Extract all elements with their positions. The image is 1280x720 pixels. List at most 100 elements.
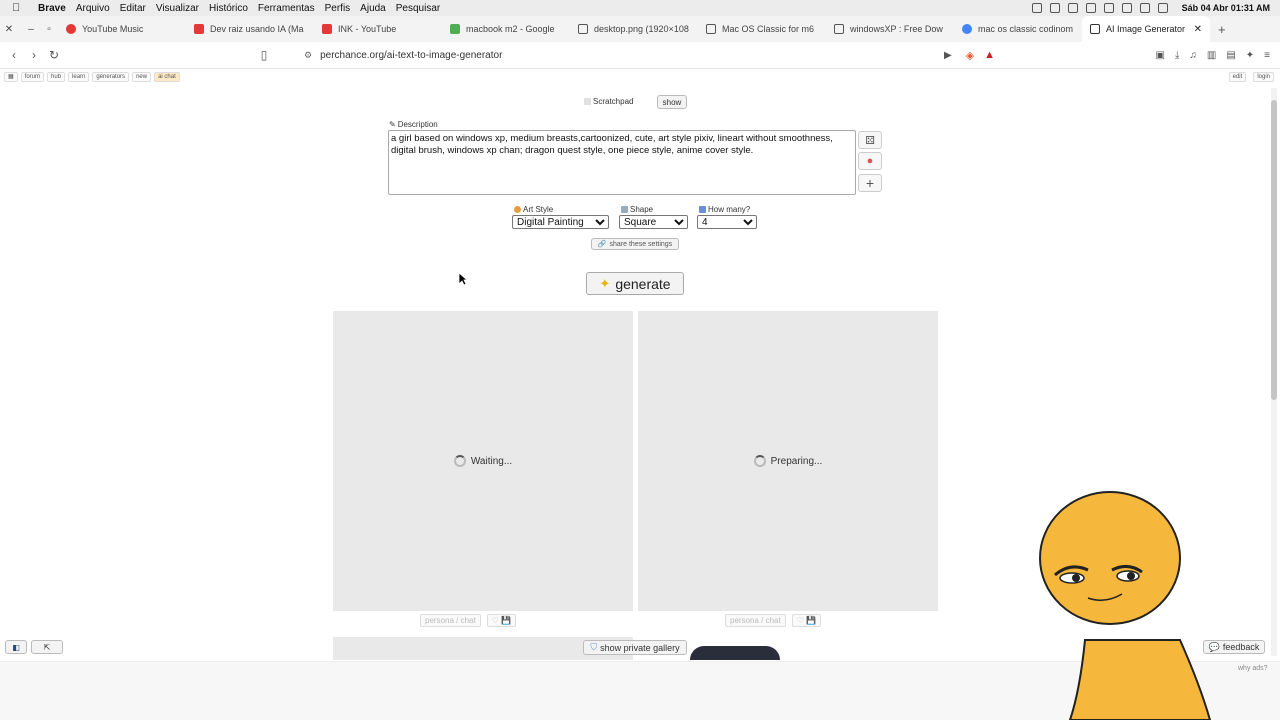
- download-icon[interactable]: ⤓: [1175, 50, 1179, 61]
- save-button[interactable]: ♡ 💾: [486, 614, 517, 627]
- panel-icon: ◧: [12, 642, 20, 652]
- image-preview: [690, 646, 780, 660]
- how-many-label-text: How many?: [708, 205, 751, 214]
- menu-ajuda[interactable]: Ajuda: [360, 3, 386, 14]
- volume-icon[interactable]: [1139, 3, 1150, 13]
- reload-icon[interactable]: ↻: [44, 48, 64, 62]
- extensions-icon[interactable]: ✦: [1246, 50, 1254, 61]
- google-icon: [450, 24, 460, 34]
- forward-icon[interactable]: ›: [24, 48, 44, 62]
- tab-ink-youtube[interactable]: INK - YouTube: [314, 16, 442, 42]
- tab-ai-image-generator[interactable]: AI Image Generator ✕: [1082, 16, 1210, 42]
- tray-icon[interactable]: [1085, 3, 1096, 13]
- close-tab-icon[interactable]: ✕: [1194, 24, 1202, 35]
- brave-shields-icon[interactable]: ◈: [966, 49, 974, 62]
- loading-spinner-icon: [453, 455, 466, 467]
- save-button[interactable]: ♡ 💾: [791, 614, 822, 627]
- close-window-icon[interactable]: ✕: [0, 24, 18, 35]
- nav-generators[interactable]: generators: [92, 72, 130, 82]
- brain-button[interactable]: ●: [858, 152, 882, 170]
- tab-label: INK - YouTube: [338, 24, 397, 34]
- description-textarea[interactable]: a girl based on windows xp, medium breas…: [388, 130, 856, 195]
- url-text[interactable]: perchance.org/ai-text-to-image-generator: [320, 50, 502, 61]
- minimize-window-icon[interactable]: –: [22, 24, 40, 35]
- nav-forum[interactable]: forum: [20, 72, 45, 82]
- tab-desktop-png[interactable]: desktop.png (1920×108: [570, 16, 698, 42]
- add-button[interactable]: +: [858, 174, 882, 192]
- tab-label: mac os classic codinom: [978, 24, 1074, 34]
- wifi-icon[interactable]: [1121, 3, 1132, 13]
- description-label-text: Description: [397, 120, 438, 129]
- apple-icon[interactable]: : [12, 2, 26, 14]
- reader-icon[interactable]: ▣: [1155, 50, 1164, 61]
- bookmark-icon[interactable]: ▯: [254, 48, 274, 62]
- maximize-window-icon[interactable]: ▫: [40, 24, 58, 35]
- mascot-character: [1039, 491, 1212, 720]
- tab-dev-raiz[interactable]: Dev raiz usando IA (Ma: [186, 16, 314, 42]
- menubar-clock[interactable]: Sáb 04 Abr 01:31 AM: [1182, 3, 1270, 13]
- panel-status: Preparing...: [770, 455, 823, 467]
- tab-label: Mac OS Classic for m6: [722, 24, 815, 34]
- palette-icon: [514, 206, 521, 213]
- menu-editar[interactable]: Editar: [120, 3, 146, 14]
- sparkles-icon: ✦: [599, 275, 611, 291]
- tray-icon[interactable]: [1103, 3, 1114, 13]
- scrollbar-thumb[interactable]: [1271, 100, 1277, 400]
- tab-windowsxp[interactable]: windowsXP : Free Dow: [826, 16, 954, 42]
- why-ads-link[interactable]: why ads?: [1238, 665, 1268, 672]
- layout-toggle-button[interactable]: ◧: [5, 640, 27, 654]
- tab-mac-os-codinome[interactable]: mac os classic codinom: [954, 16, 1082, 42]
- menu-historico[interactable]: Histórico: [209, 3, 248, 14]
- menu-ferramentas[interactable]: Ferramentas: [258, 3, 315, 14]
- address-bar-row: ‹ › ↻ ▯ ⚙ perchance.org/ai-text-to-image…: [0, 42, 1280, 69]
- nav-ai-chat[interactable]: ai chat: [154, 72, 180, 82]
- nav-edit[interactable]: edit: [1228, 72, 1247, 82]
- menu-arquivo[interactable]: Arquivo: [76, 3, 110, 14]
- tab-mac-os-classic[interactable]: Mac OS Classic for m6: [698, 16, 826, 42]
- shape-select[interactable]: Square: [619, 215, 688, 229]
- browser-tab-bar: ✕ – ▫ YouTube Music Dev raiz usando IA (…: [0, 16, 1280, 42]
- nav-login[interactable]: login: [1253, 72, 1274, 82]
- art-style-label-text: Art Style: [523, 205, 554, 214]
- persona-chat-button[interactable]: persona / chat: [420, 614, 481, 627]
- site-info-icon[interactable]: ⚙: [304, 50, 312, 61]
- nav-learn[interactable]: learn: [68, 72, 90, 82]
- menu-icon[interactable]: ≡: [1264, 50, 1270, 61]
- loading-spinner-icon: [753, 455, 766, 467]
- share-settings-button[interactable]: 🔗 share these settings: [591, 238, 679, 250]
- scroll-top-button[interactable]: ⇱: [31, 640, 63, 654]
- url-field[interactable]: ⚙ perchance.org/ai-text-to-image-generat…: [304, 50, 904, 61]
- perchance-menu-icon[interactable]: ▦: [4, 72, 18, 82]
- tab-youtube-music[interactable]: YouTube Music: [58, 16, 186, 42]
- random-dice-button[interactable]: ⚄: [858, 131, 882, 149]
- new-tab-icon[interactable]: +: [1218, 22, 1226, 37]
- menu-visualizar[interactable]: Visualizar: [156, 3, 199, 14]
- persona-chat-button[interactable]: persona / chat: [725, 614, 786, 627]
- tab-macbook-google[interactable]: macbook m2 - Google: [442, 16, 570, 42]
- tray-icon[interactable]: [1031, 3, 1042, 13]
- menu-perfis[interactable]: Perfis: [325, 3, 351, 14]
- cast-icon[interactable]: ▶: [944, 50, 952, 61]
- nav-new[interactable]: new: [132, 72, 152, 82]
- panel-controls: persona / chat ♡ 💾: [725, 614, 822, 627]
- google-icon: [962, 24, 972, 34]
- scrollbar-track[interactable]: [1271, 88, 1277, 656]
- media-icon[interactable]: ♫: [1189, 50, 1197, 61]
- pencil-icon: ✎: [389, 120, 396, 129]
- tray-icon[interactable]: [1049, 3, 1060, 13]
- generate-button[interactable]: ✦ generate: [586, 272, 684, 295]
- menu-app-name[interactable]: Brave: [38, 3, 66, 14]
- brave-rewards-icon[interactable]: ▲: [984, 49, 995, 61]
- private-gallery-button[interactable]: ⛉ show private gallery: [583, 640, 687, 655]
- menu-pesquisar[interactable]: Pesquisar: [396, 3, 440, 14]
- youtube-icon: [322, 24, 332, 34]
- tray-icon[interactable]: [1067, 3, 1078, 13]
- back-icon[interactable]: ‹: [4, 48, 24, 62]
- sidebar-icon[interactable]: ▥: [1207, 50, 1216, 61]
- art-style-select[interactable]: Digital Painting: [512, 215, 609, 229]
- wallet-icon[interactable]: ▤: [1226, 50, 1235, 61]
- nav-hub[interactable]: hub: [47, 72, 66, 82]
- control-center-icon[interactable]: [1157, 3, 1168, 13]
- scratchpad-show-button[interactable]: show: [657, 95, 687, 109]
- how-many-select[interactable]: 4: [697, 215, 757, 229]
